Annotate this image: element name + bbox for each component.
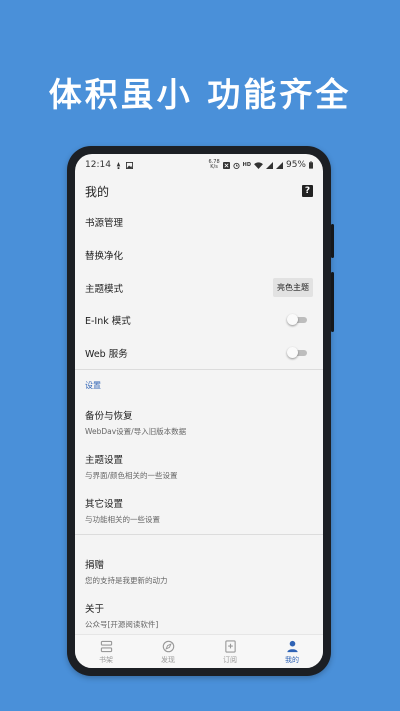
battery-level: 95% xyxy=(285,160,306,170)
nav-tab-mine[interactable]: 我的 xyxy=(261,635,323,668)
nav-tab-subscription[interactable]: 订阅 xyxy=(199,635,261,668)
hd-badge: HD xyxy=(242,162,251,168)
bookshelf-icon xyxy=(100,640,112,653)
toggle-thumb xyxy=(287,314,298,326)
settings-item-backup-restore[interactable]: 备份与恢复 WebDav设置/导入旧版本数据 xyxy=(75,400,323,444)
list-item-about[interactable]: 关于 公众号[开源阅读软件] xyxy=(75,593,323,637)
menu-item-eink-mode[interactable]: E-Ink 模式 xyxy=(75,304,323,337)
settings-item-subtitle: 与功能相关的一些设置 xyxy=(85,515,160,525)
menu-item-web-service[interactable]: Web 服务 xyxy=(75,337,323,370)
signal-icon xyxy=(275,161,283,169)
promo-headline: 体积虽小 功能齐全 xyxy=(48,75,352,114)
list-item-subtitle: 公众号[开源阅读软件] xyxy=(85,620,159,630)
menu-item-label: 替换净化 xyxy=(85,251,124,263)
menu-item-source-management[interactable]: 书源管理 xyxy=(75,206,323,239)
subscription-icon xyxy=(224,640,236,653)
settings-item-title: 备份与恢复 xyxy=(85,411,133,423)
settings-item-title: 主题设置 xyxy=(85,455,124,467)
person-icon xyxy=(286,640,298,653)
nav-tab-label: 我的 xyxy=(285,656,299,664)
web-service-toggle[interactable] xyxy=(287,347,307,359)
nav-tab-discover[interactable]: 发现 xyxy=(137,635,199,668)
signal-icon xyxy=(265,161,273,169)
volume-button xyxy=(331,224,334,258)
toggle-thumb xyxy=(287,347,298,359)
compass-icon xyxy=(162,640,174,653)
network-speed: 6.78 K/s xyxy=(208,159,220,170)
menu-item-label: E-Ink 模式 xyxy=(85,316,131,328)
page-title: 我的 xyxy=(85,184,110,199)
phone-screen: 12:14 6.78 K/s HD 95% 我的 ? 书源管理 替换净化 主题模… xyxy=(75,154,323,668)
nav-tab-label: 订阅 xyxy=(223,656,237,664)
list-item-donate[interactable]: 捐赠 您的支持是我更新的动力 xyxy=(75,549,323,593)
status-bar: 12:14 6.78 K/s HD 95% xyxy=(75,154,323,176)
app-bar: 我的 ? xyxy=(75,176,323,206)
wifi-icon xyxy=(254,161,263,169)
mute-icon xyxy=(222,161,230,169)
settings-item-theme-settings[interactable]: 主题设置 与界面/颜色相关的一些设置 xyxy=(75,444,323,488)
list-item-title: 关于 xyxy=(85,604,105,616)
menu-item-label: 主题模式 xyxy=(85,283,124,295)
list-item-subtitle: 您的支持是我更新的动力 xyxy=(85,576,168,586)
battery-icon xyxy=(309,161,313,169)
phone-frame: 12:14 6.78 K/s HD 95% 我的 ? 书源管理 替换净化 主题模… xyxy=(67,146,334,676)
nav-tab-label: 发现 xyxy=(161,656,175,664)
menu-item-theme-mode[interactable]: 主题模式 亮色主题 xyxy=(75,271,323,304)
menu-item-replace-purify[interactable]: 替换净化 xyxy=(75,239,323,272)
eink-toggle[interactable] xyxy=(287,314,307,326)
image-notification-icon xyxy=(125,161,133,169)
theme-mode-chip[interactable]: 亮色主题 xyxy=(273,278,313,298)
menu-item-label: 书源管理 xyxy=(85,218,124,230)
list-item-title: 捐赠 xyxy=(85,560,105,572)
settings-item-subtitle: WebDav设置/导入旧版本数据 xyxy=(85,427,187,437)
nav-tab-bookshelf[interactable]: 书架 xyxy=(75,635,137,668)
power-button xyxy=(331,272,334,332)
status-time: 12:14 xyxy=(85,160,111,170)
nav-tab-label: 书架 xyxy=(99,656,113,664)
menu-item-label: Web 服务 xyxy=(85,349,128,361)
settings-section-header: 设置 xyxy=(85,380,101,390)
settings-item-other-settings[interactable]: 其它设置 与功能相关的一些设置 xyxy=(75,488,323,532)
settings-item-subtitle: 与界面/颜色相关的一些设置 xyxy=(85,471,178,481)
bottom-navigation: 书架 发现 订阅 我的 xyxy=(75,634,323,668)
notification-icon xyxy=(116,161,121,169)
help-icon[interactable]: ? xyxy=(302,185,313,197)
alarm-icon xyxy=(233,162,240,169)
settings-item-title: 其它设置 xyxy=(85,499,124,511)
